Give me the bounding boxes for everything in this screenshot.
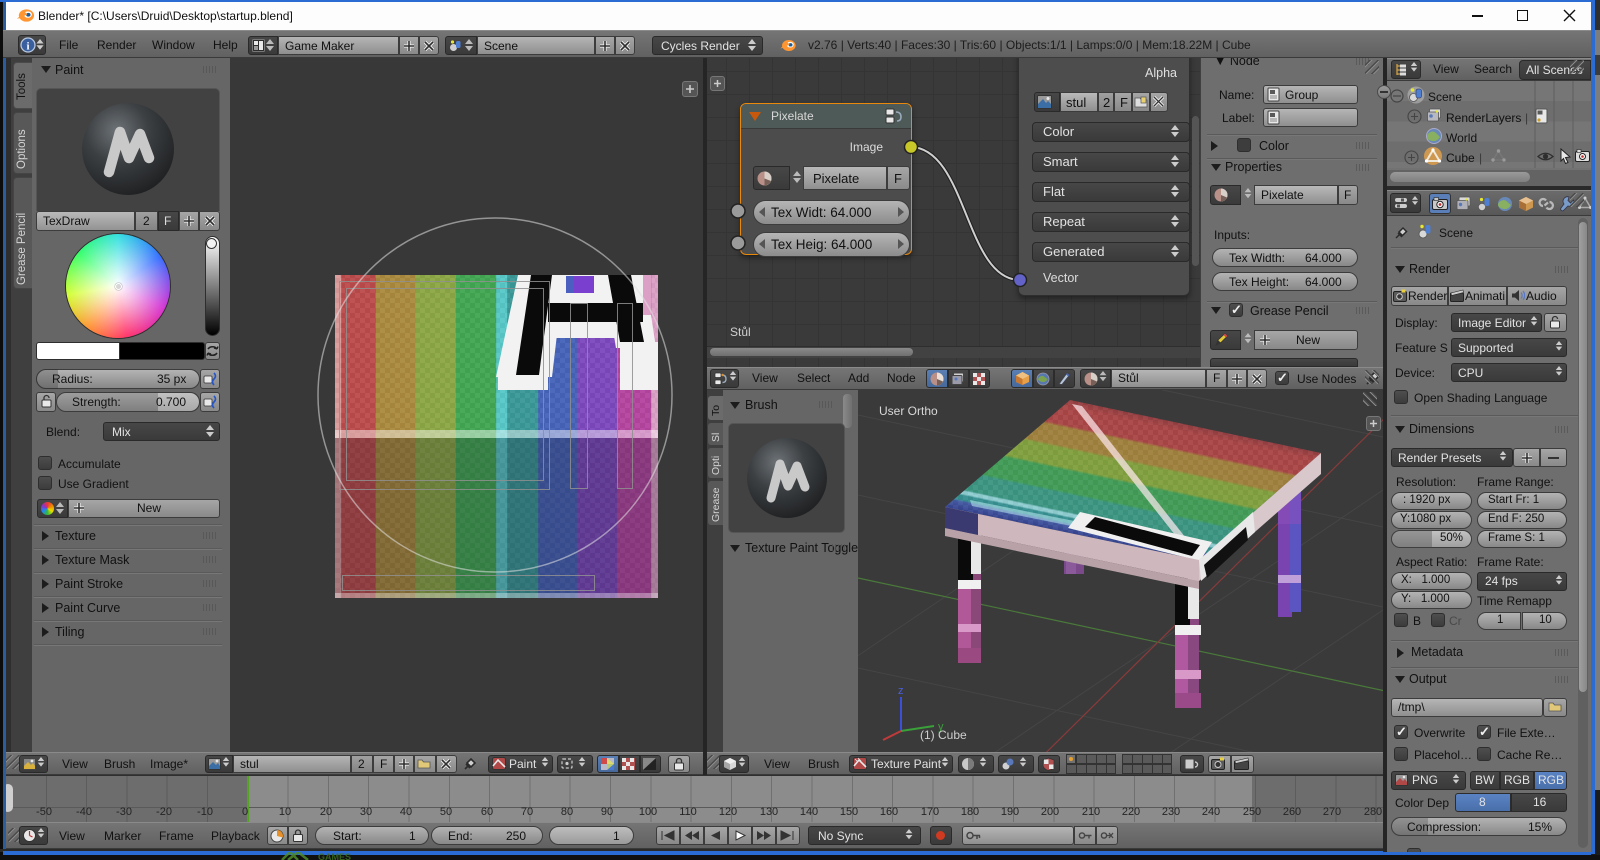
svg-text:z: z [898, 685, 904, 697]
svg-text:i: i [26, 41, 29, 53]
svg-text:GAMES: GAMES [318, 852, 351, 860]
